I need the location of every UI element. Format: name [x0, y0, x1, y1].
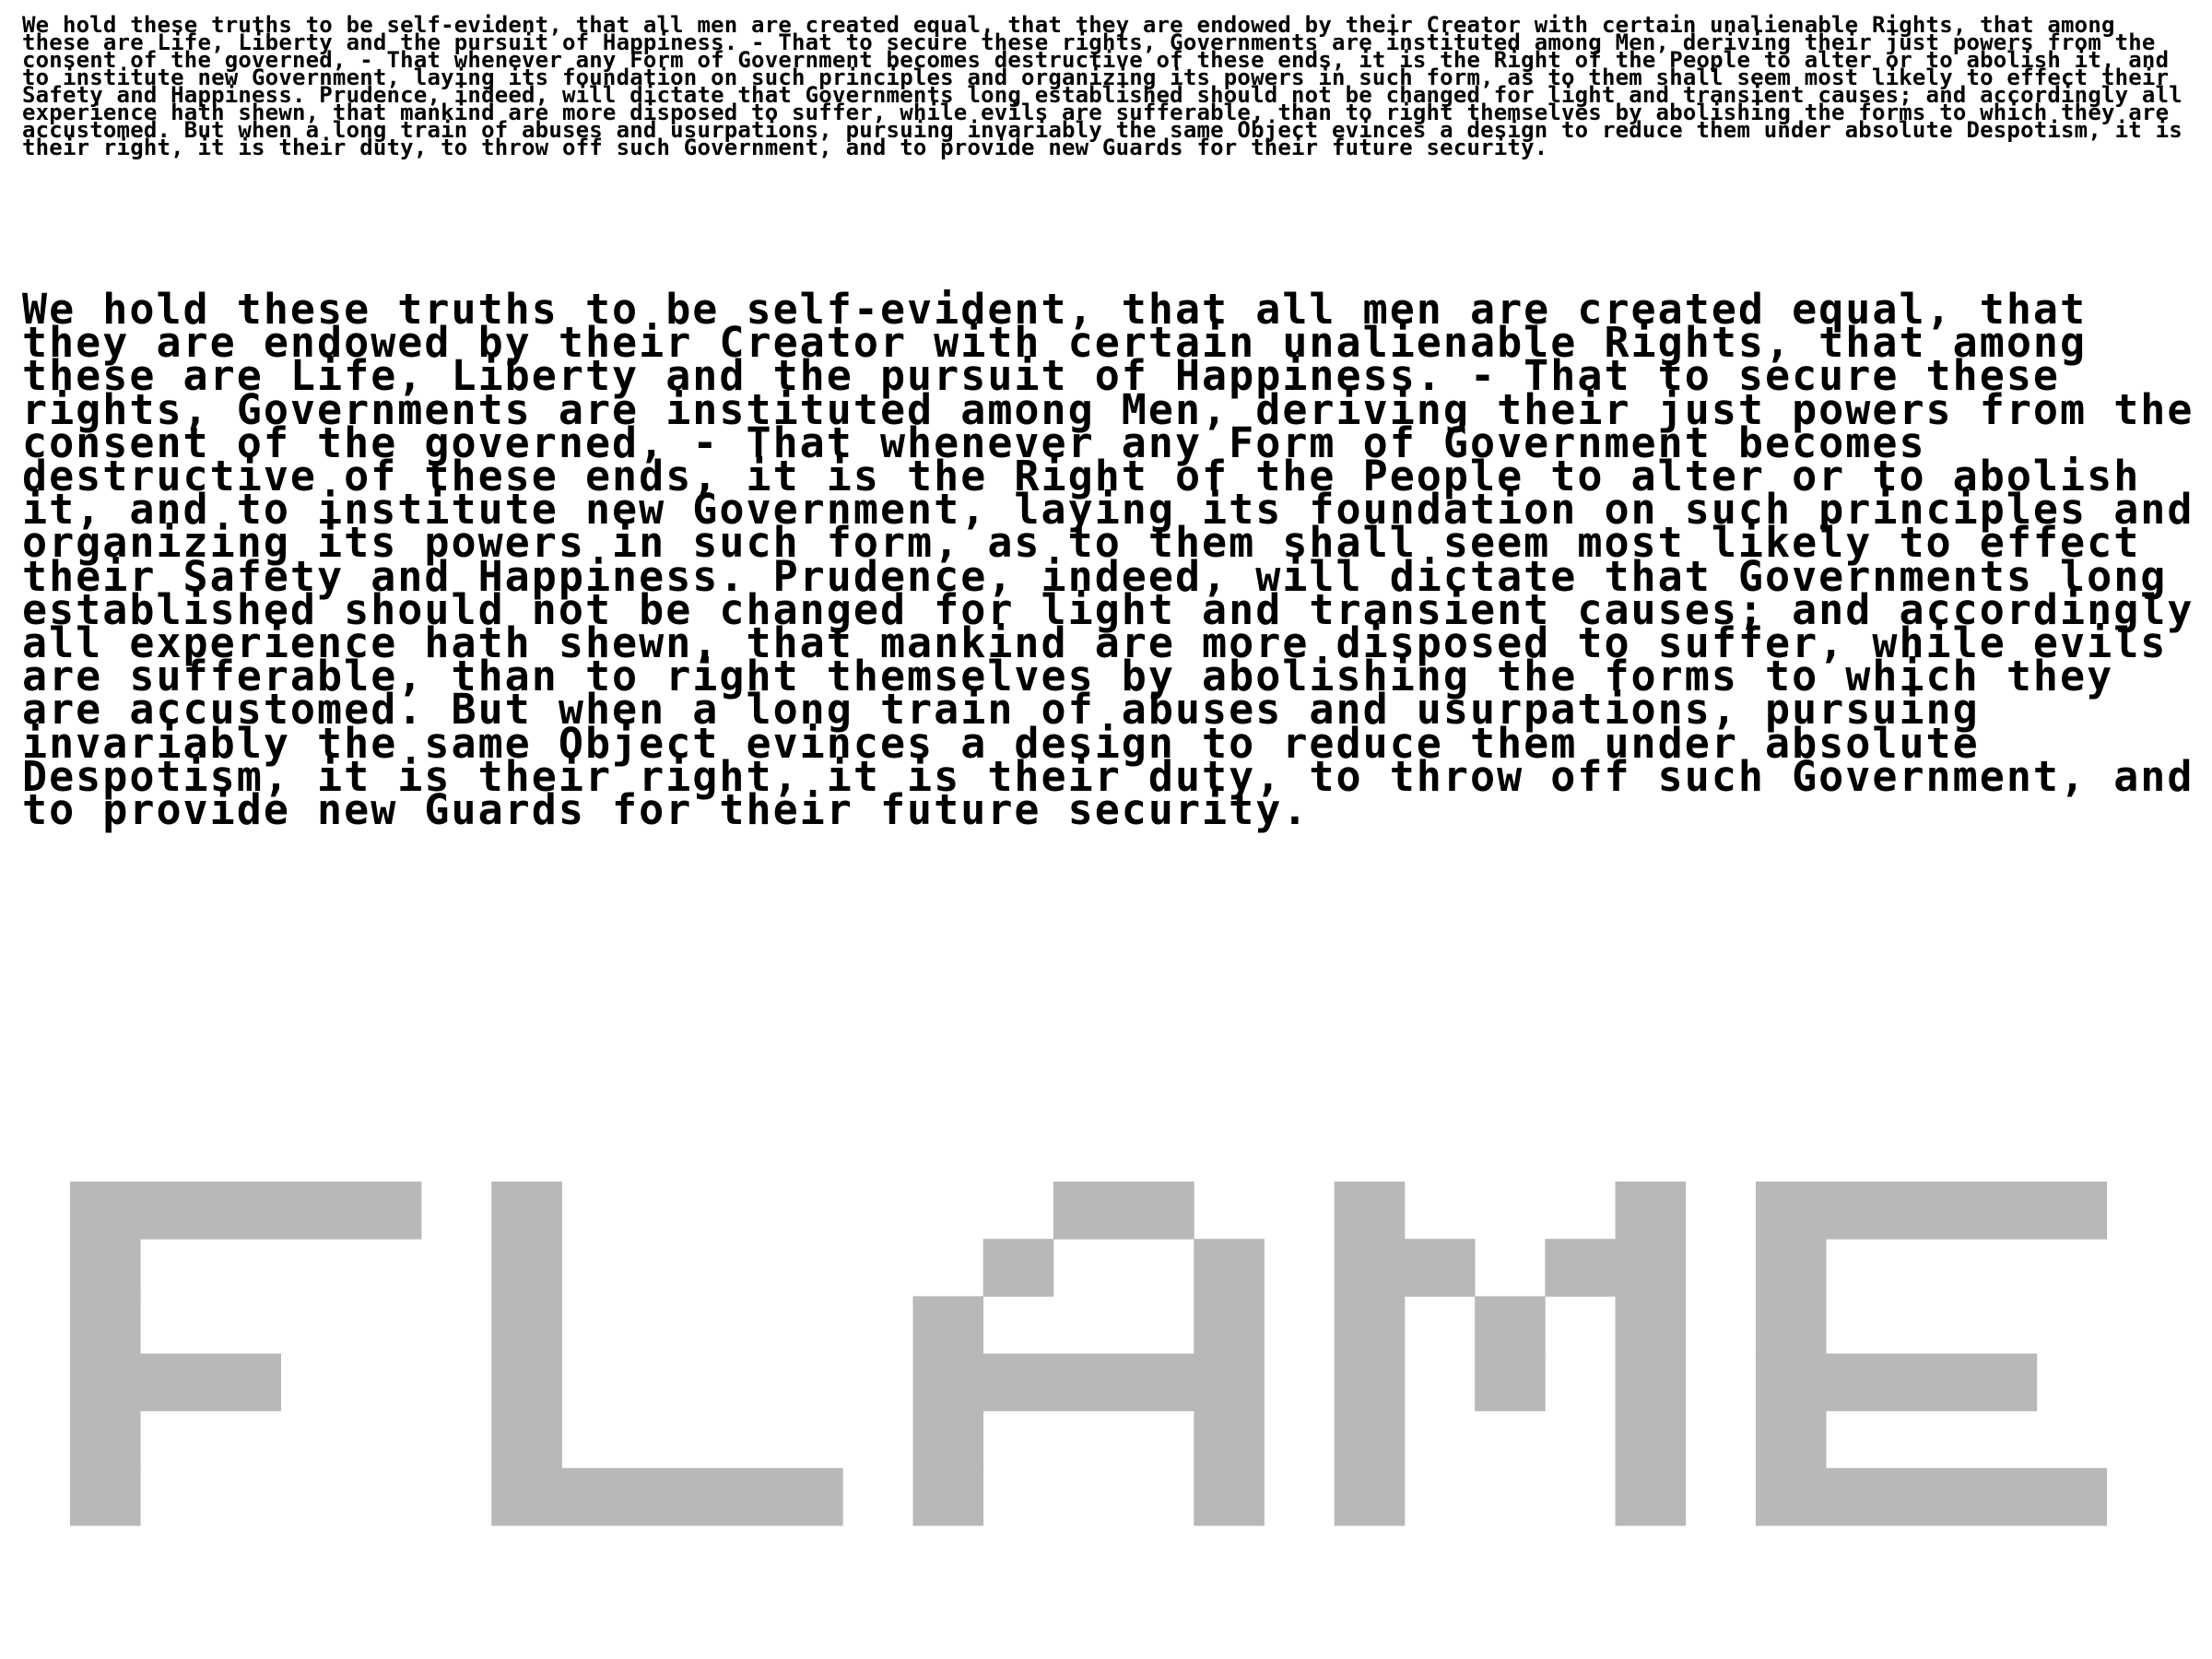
pixel-block	[772, 1467, 843, 1526]
pixel-block	[140, 1182, 211, 1240]
pixel-block	[140, 1353, 211, 1412]
pixel-block	[2036, 1182, 2107, 1240]
pixel-block	[1896, 1182, 1967, 1240]
pixel-block	[1755, 1239, 1827, 1297]
pixel-block	[631, 1467, 703, 1526]
pixel-block	[1615, 1410, 1687, 1469]
pixel-block	[1334, 1239, 1406, 1297]
pixel-block	[1755, 1467, 1827, 1526]
pixel-block	[1194, 1353, 1265, 1412]
pixel-block	[1404, 1239, 1476, 1297]
pixel-block	[1896, 1467, 1967, 1526]
pixel-block	[1615, 1353, 1687, 1412]
pixel-letter-a	[912, 1182, 1265, 1526]
pixel-block	[70, 1410, 141, 1469]
pixel-block	[1966, 1467, 2038, 1526]
display-word	[70, 1182, 2107, 1530]
pixel-block	[1755, 1353, 1827, 1412]
pixel-block	[1475, 1353, 1546, 1412]
pixel-block	[982, 1353, 1054, 1412]
pixel-block	[701, 1467, 773, 1526]
pixel-block	[1124, 1182, 1194, 1240]
pixel-block	[210, 1182, 282, 1240]
pixel-block	[1966, 1182, 2038, 1240]
pixel-block	[1826, 1182, 1897, 1240]
pixel-block	[491, 1467, 562, 1526]
pixel-block	[1755, 1296, 1827, 1355]
pixel-block	[70, 1296, 141, 1355]
pixel-block	[912, 1467, 984, 1526]
pixel-block	[1194, 1296, 1265, 1355]
pixel-block	[280, 1182, 352, 1240]
pixel-block	[70, 1239, 141, 1297]
pixel-block	[1826, 1353, 1897, 1412]
pixel-block	[70, 1467, 141, 1526]
pixel-block	[1194, 1467, 1265, 1526]
pixel-block	[1124, 1353, 1194, 1412]
pixel-block	[1334, 1182, 1406, 1240]
pixel-block	[1615, 1239, 1687, 1297]
pixel-block	[70, 1182, 141, 1240]
pixel-letter-f	[70, 1182, 422, 1526]
pixel-block	[561, 1467, 633, 1526]
pixel-block	[1475, 1296, 1546, 1355]
pixel-block	[491, 1239, 562, 1297]
pixel-block	[1334, 1410, 1406, 1469]
pixel-block	[1615, 1467, 1687, 1526]
pixel-letter-m	[1334, 1182, 1687, 1526]
pixel-block	[210, 1353, 282, 1412]
display-word-pixels	[70, 1182, 2107, 1526]
pixel-block	[1545, 1239, 1616, 1297]
pixel-letter-l	[491, 1182, 843, 1526]
pixel-block	[491, 1182, 562, 1240]
pixel-block	[1966, 1353, 2038, 1412]
pixel-block	[1755, 1410, 1827, 1469]
pixel-block	[982, 1239, 1054, 1297]
specimen-paragraph-small: We hold these truths to be self-evident,…	[22, 12, 2183, 160]
pixel-block	[70, 1353, 141, 1412]
pixel-block	[1826, 1467, 1897, 1526]
pixel-block	[1896, 1353, 1967, 1412]
pixel-block	[2036, 1467, 2107, 1526]
pixel-block	[491, 1353, 562, 1412]
pixel-block	[1194, 1410, 1265, 1469]
pixel-block	[912, 1410, 984, 1469]
pixel-block	[491, 1410, 562, 1469]
pixel-block	[1334, 1353, 1406, 1412]
pixel-block	[1334, 1296, 1406, 1355]
pixel-block	[912, 1296, 984, 1355]
pixel-block	[912, 1353, 984, 1412]
specimen-paragraph-large: We hold these truths to be self-evident,…	[22, 285, 2194, 835]
pixel-block	[1194, 1239, 1265, 1297]
pixel-block	[350, 1182, 422, 1240]
pixel-block	[1053, 1182, 1124, 1240]
pixel-block	[1615, 1296, 1687, 1355]
pixel-letter-e	[1755, 1182, 2107, 1526]
pixel-block	[1334, 1467, 1406, 1526]
pixel-block	[1053, 1353, 1124, 1412]
pixel-block	[491, 1296, 562, 1355]
pixel-block	[1755, 1182, 1827, 1240]
pixel-block	[1615, 1182, 1687, 1240]
